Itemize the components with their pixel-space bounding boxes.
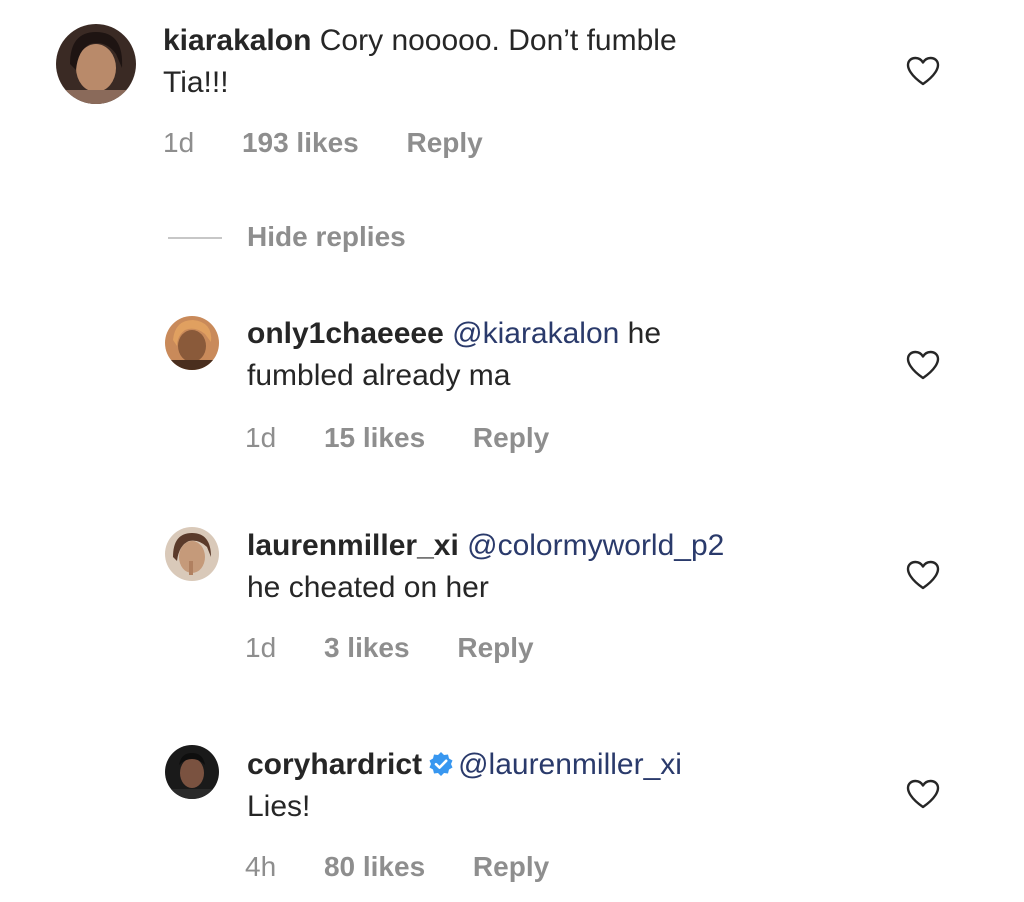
reply-username[interactable]: only1chaeeee [247, 317, 444, 350]
reply-text-line2: fumbled already ma [247, 359, 511, 392]
reply-time: 4h [245, 851, 277, 882]
reply-reply-button[interactable]: Reply [473, 421, 549, 455]
reply-username[interactable]: coryhardrict [247, 748, 422, 781]
reply-meta: 1d 15 likes Reply [245, 421, 549, 455]
reply-time: 1d [245, 632, 277, 663]
reply-body: coryhardrict @laurenmiller_xi Lies! [247, 744, 867, 828]
avatar-only1chaeeee[interactable] [165, 316, 219, 370]
comment-text-line2: Tia!!! [163, 66, 229, 99]
like-heart-icon[interactable] [906, 56, 940, 86]
reply-likes[interactable]: 80 likes [324, 850, 425, 884]
like-heart-icon[interactable] [906, 560, 940, 590]
reply-likes[interactable]: 3 likes [324, 631, 410, 665]
comment-time: 1d [163, 127, 195, 158]
replies-divider [168, 237, 222, 239]
reply-body: laurenmiller_xi @colormyworld_p2 he chea… [247, 525, 867, 609]
avatar-kiarakalon[interactable] [56, 24, 136, 104]
reply-reply-button[interactable]: Reply [457, 631, 533, 665]
reply-mention[interactable]: @laurenmiller_xi [458, 748, 682, 781]
reply-body: only1chaeeee @kiarakalon he fumbled alre… [247, 313, 867, 397]
hide-replies-button[interactable]: Hide replies [247, 220, 406, 254]
comment-text-line1: Cory nooooo. Don’t fumble [319, 24, 677, 57]
like-heart-icon[interactable] [906, 779, 940, 809]
comment-likes[interactable]: 193 likes [242, 126, 359, 160]
reply-meta: 4h 80 likes Reply [245, 850, 549, 884]
reply-mention[interactable]: @kiarakalon [452, 317, 619, 350]
reply-meta: 1d 3 likes Reply [245, 631, 534, 665]
reply-time: 1d [245, 422, 277, 453]
verified-badge-icon [429, 752, 453, 776]
reply-reply-button[interactable]: Reply [473, 850, 549, 884]
avatar-laurenmiller_xi[interactable] [165, 527, 219, 581]
like-heart-icon[interactable] [906, 350, 940, 380]
reply-text-line1: he [619, 317, 662, 350]
comment-reply-button[interactable]: Reply [407, 126, 483, 160]
comment-meta: 1d 193 likes Reply [163, 126, 483, 160]
avatar-coryhardrict[interactable] [165, 745, 219, 799]
reply-mention[interactable]: @colormyworld_p2 [467, 529, 724, 562]
reply-username[interactable]: laurenmiller_xi [247, 529, 459, 562]
reply-text-line2: he cheated on her [247, 571, 489, 604]
reply-text-line2: Lies! [247, 790, 311, 823]
comment-body: kiarakalon Cory nooooo. Don’t fumble Tia… [163, 20, 843, 104]
comment-username[interactable]: kiarakalon [163, 24, 311, 57]
reply-likes[interactable]: 15 likes [324, 421, 425, 455]
